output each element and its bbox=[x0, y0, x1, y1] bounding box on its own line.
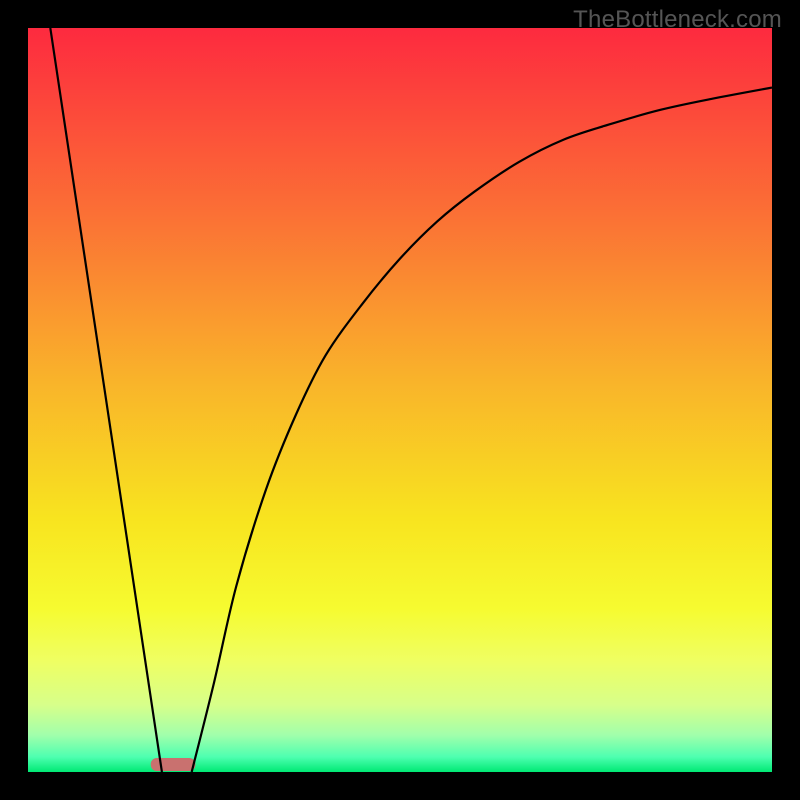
bottleneck-chart bbox=[0, 0, 800, 800]
target-marker bbox=[151, 758, 196, 771]
chart-container: TheBottleneck.com bbox=[0, 0, 800, 800]
watermark-text: TheBottleneck.com bbox=[573, 6, 782, 34]
plot-background bbox=[28, 28, 772, 772]
